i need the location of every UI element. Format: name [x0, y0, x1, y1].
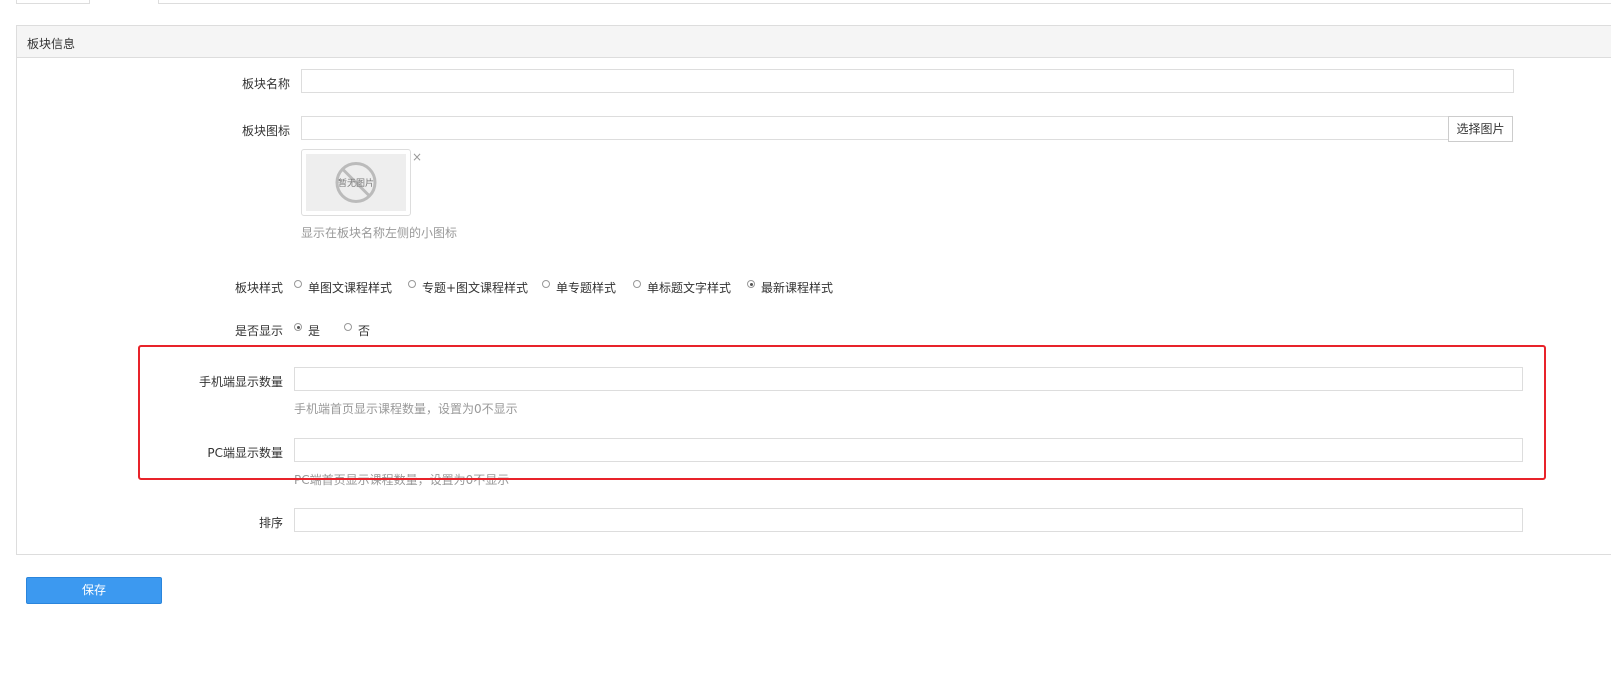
- tab-2[interactable]: [158, 0, 1611, 4]
- tab-1[interactable]: [16, 0, 90, 4]
- sort-label: 排序: [258, 516, 283, 530]
- style-radio-1[interactable]: [294, 280, 302, 288]
- no-image-icon: 暂无图片: [335, 162, 377, 203]
- save-button[interactable]: 保存: [26, 577, 162, 604]
- pc-count-label: PC端显示数量: [207, 446, 283, 460]
- block-style-label: 板块样式: [234, 281, 283, 295]
- show-no-radio[interactable]: [344, 323, 352, 331]
- show-yes-label: 是: [308, 324, 321, 338]
- style-option-2-label: 专题+图文课程样式: [422, 281, 529, 295]
- show-label: 是否显示: [234, 324, 283, 338]
- style-radio-2[interactable]: [408, 280, 416, 288]
- style-radio-3[interactable]: [542, 280, 550, 288]
- style-option-5-label: 最新课程样式: [761, 281, 834, 295]
- sort-input[interactable]: [294, 508, 1523, 532]
- show-no-label: 否: [358, 324, 371, 338]
- no-image-text: 暂无图片: [338, 177, 374, 189]
- style-option-3-label: 单专题样式: [556, 281, 617, 295]
- choose-image-button[interactable]: 选择图片: [1448, 116, 1513, 142]
- mobile-count-label: 手机端显示数量: [198, 375, 283, 389]
- style-radio-4[interactable]: [633, 280, 641, 288]
- pc-count-input[interactable]: [294, 438, 1523, 462]
- remove-image-icon[interactable]: ×: [412, 150, 422, 164]
- mobile-count-help: 手机端首页显示课程数量，设置为0不显示: [294, 402, 518, 416]
- no-image-placeholder: 暂无图片: [306, 154, 406, 211]
- block-name-label: 板块名称: [241, 77, 290, 91]
- panel-heading: 板块信息: [17, 26, 1611, 58]
- show-yes-radio[interactable]: [294, 323, 302, 331]
- block-name-input[interactable]: [301, 69, 1514, 93]
- top-tabs: [0, 0, 1611, 4]
- block-icon-input[interactable]: [301, 116, 1449, 140]
- style-option-4-label: 单标题文字样式: [647, 281, 732, 295]
- pc-count-help: PC端首页显示课程数量，设置为0不显示: [294, 473, 510, 487]
- panel-title: 板块信息: [27, 37, 76, 51]
- icon-thumbnail: 暂无图片: [301, 149, 411, 216]
- block-icon-label: 板块图标: [241, 124, 290, 138]
- style-option-1-label: 单图文课程样式: [308, 281, 393, 295]
- block-icon-help: 显示在板块名称左侧的小图标: [301, 226, 458, 240]
- style-radio-5[interactable]: [747, 280, 755, 288]
- mobile-count-input[interactable]: [294, 367, 1523, 391]
